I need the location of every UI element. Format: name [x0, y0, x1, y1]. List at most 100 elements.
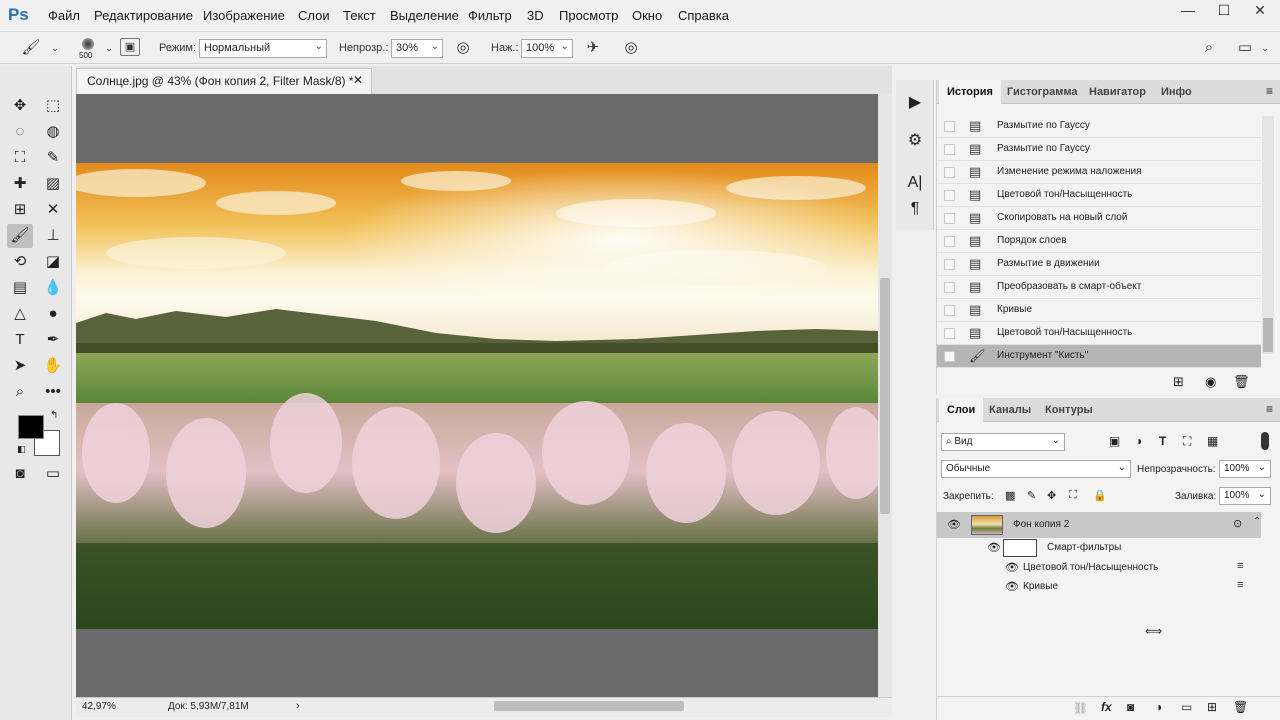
filter-shape-icon[interactable]: ⛶ [1183, 434, 1191, 449]
pressure-opacity-icon[interactable]: ◎ [452, 38, 474, 58]
history-item[interactable]: ▤ Скопировать на новый слой [937, 207, 1261, 230]
type-tool-icon[interactable]: T [7, 328, 33, 352]
history-item-selected[interactable]: 🖌 Инструмент "Кисть" [937, 345, 1261, 368]
delete-layer-icon[interactable]: 🗑 [1233, 700, 1248, 714]
layer-blend-mode-select[interactable]: Обычные ⌄ [941, 460, 1131, 478]
zoom-tool-icon[interactable]: ⌕ [7, 380, 33, 404]
trash-icon[interactable]: 🗑 [1233, 374, 1250, 390]
link-layers-icon[interactable]: ⛓ [1073, 701, 1088, 715]
paragraph-icon[interactable]: ¶ [904, 200, 926, 218]
healing-brush-tool-icon[interactable]: ✚ [7, 172, 33, 196]
tab-layers[interactable]: Слои [939, 398, 984, 422]
layer-style-icon[interactable]: fx [1101, 700, 1112, 714]
pressure-size-icon[interactable]: ◎ [620, 38, 642, 58]
filter-toggle-switch[interactable] [1261, 432, 1269, 450]
layer-opacity-input[interactable]: 100% ⌄ [1219, 460, 1271, 478]
menu-layers[interactable]: Слои [298, 8, 330, 23]
crop-tool-icon[interactable]: ⛶ [7, 146, 33, 170]
pen-tool-icon[interactable]: △ [7, 302, 33, 326]
maximize-button[interactable]: ☐ [1206, 0, 1242, 22]
screen-mode-icon[interactable]: ▭ [40, 462, 66, 486]
gradient-tool-icon[interactable]: ▤ [7, 276, 33, 300]
close-tab-icon[interactable]: ✕ [353, 73, 363, 87]
minimize-button[interactable]: — [1170, 0, 1206, 22]
brush-tool-icon[interactable]: 🖌 [7, 224, 33, 248]
history-item[interactable]: ▤ Изменение режима наложения [937, 161, 1261, 184]
path-selection-tool-icon[interactable]: ➤ [7, 354, 33, 378]
collapse-arrow-icon[interactable]: ⌃ [1253, 516, 1261, 527]
clone-stamp-tool-icon[interactable]: ⊥ [40, 224, 66, 248]
marquee-tool-icon[interactable]: ⬚ [40, 94, 66, 118]
history-snapshot-checkbox[interactable] [944, 121, 955, 132]
menu-select[interactable]: Выделение [390, 8, 459, 23]
swap-colors-icon[interactable]: ↰ [50, 410, 58, 421]
foreground-color-swatch[interactable] [18, 415, 44, 439]
brush-panel-toggle-icon[interactable]: ▣ [120, 38, 140, 56]
filter-type-icon[interactable]: T [1159, 434, 1166, 448]
filter-adjustment-icon[interactable]: ◑ [1135, 434, 1142, 448]
blur-tool-icon[interactable]: 💧 [40, 276, 66, 300]
history-snapshot-checkbox[interactable] [944, 190, 955, 201]
adjustment-layer-icon[interactable]: ◑ [1155, 700, 1162, 714]
history-scroll-thumb[interactable] [1263, 318, 1273, 352]
lock-all-icon[interactable]: 🔒 [1093, 489, 1107, 502]
tab-paths[interactable]: Контуры [1037, 398, 1101, 422]
search-icon[interactable]: ⌕ [1198, 38, 1220, 58]
menu-help[interactable]: Справка [678, 8, 729, 23]
content-aware-move-tool-icon[interactable]: ✕ [40, 198, 66, 222]
dodge-tool-icon[interactable]: ● [40, 302, 66, 326]
layer-name[interactable]: Фон копия 2 [1013, 519, 1069, 530]
menu-3d[interactable]: 3D [527, 8, 544, 23]
filter-mask-thumbnail[interactable] [1003, 539, 1037, 557]
lock-image-icon[interactable]: ✎ [1027, 489, 1036, 502]
status-menu-arrow-icon[interactable]: › [296, 700, 300, 712]
history-item[interactable]: ▤ Размытие по Гауссу [937, 115, 1261, 138]
history-snapshot-checkbox[interactable] [944, 282, 955, 293]
document-tab[interactable]: Солнце.jpg @ 43% (Фон копия 2, Filter Ma… [76, 68, 372, 94]
chevron-down-icon[interactable]: ⌄ [44, 38, 66, 58]
smart-filters-row[interactable]: 👁 Смарт-фильтры [937, 538, 1261, 558]
close-window-button[interactable]: ✕ [1242, 0, 1278, 22]
brush-tool-preset-icon[interactable]: 🖌 [20, 38, 42, 58]
history-item[interactable]: ▤ Цветовой тон/Насыщенность [937, 184, 1261, 207]
zoom-level[interactable]: 42,97% [82, 701, 116, 712]
history-snapshot-checkbox[interactable] [944, 236, 955, 247]
horizontal-scroll-thumb[interactable] [494, 701, 684, 711]
camera-snapshot-icon[interactable]: ◉ [1205, 374, 1216, 390]
panel-menu-icon[interactable]: ≡ [1266, 402, 1273, 416]
default-colors-icon[interactable]: ◧ [17, 444, 26, 455]
filter-pixel-icon[interactable]: ▣ [1109, 434, 1120, 448]
brush-size-picker[interactable]: 500 [76, 36, 100, 62]
filter-options-icon[interactable]: ≡ [1237, 560, 1243, 572]
panel-menu-icon[interactable]: ≡ [1266, 84, 1273, 98]
flow-input[interactable]: 100% ⌄ [521, 39, 573, 58]
character-icon[interactable]: A| [904, 174, 926, 192]
frame-tool-icon[interactable]: ⊞ [7, 198, 33, 222]
path-pen-tool-icon[interactable]: ✒ [40, 328, 66, 352]
history-item[interactable]: ▤ Размытие по Гауссу [937, 138, 1261, 161]
airbrush-icon[interactable]: ✈ [582, 38, 604, 58]
filter-options-icon[interactable]: ≡ [1237, 579, 1243, 591]
filter-smart-object-icon[interactable]: ▦ [1207, 434, 1218, 448]
history-brush-tool-icon[interactable]: ⟲ [7, 250, 33, 274]
eye-visibility-icon[interactable]: 👁 [947, 518, 961, 531]
history-snapshot-checkbox[interactable] [944, 144, 955, 155]
quick-selection-tool-icon[interactable]: ◍ [40, 120, 66, 144]
tab-info[interactable]: Инфо [1153, 80, 1200, 104]
tab-navigator[interactable]: Навигатор [1081, 80, 1154, 104]
vertical-scroll-thumb[interactable] [880, 278, 890, 514]
eye-visibility-icon[interactable]: 👁 [987, 541, 1001, 554]
new-group-icon[interactable]: ▭ [1181, 700, 1192, 714]
menu-file[interactable]: Файл [48, 8, 80, 23]
chevron-down-icon[interactable]: ⌄ [1254, 38, 1276, 58]
lock-artboard-icon[interactable]: ⛶ [1069, 489, 1077, 502]
add-mask-icon[interactable]: ◙ [1127, 700, 1134, 714]
play-actions-icon[interactable]: ▶ [904, 92, 926, 112]
eye-visibility-icon[interactable]: 👁 [1005, 561, 1019, 574]
quick-mask-icon[interactable]: ◙ [7, 462, 33, 486]
menu-image[interactable]: Изображение [203, 8, 285, 23]
history-snapshot-checkbox[interactable] [944, 305, 955, 316]
move-tool-icon[interactable]: ✥ [7, 94, 33, 118]
smart-filter-row[interactable]: 👁 Кривые ≡ [937, 577, 1261, 597]
properties-icon[interactable]: ⚙ [904, 130, 926, 150]
